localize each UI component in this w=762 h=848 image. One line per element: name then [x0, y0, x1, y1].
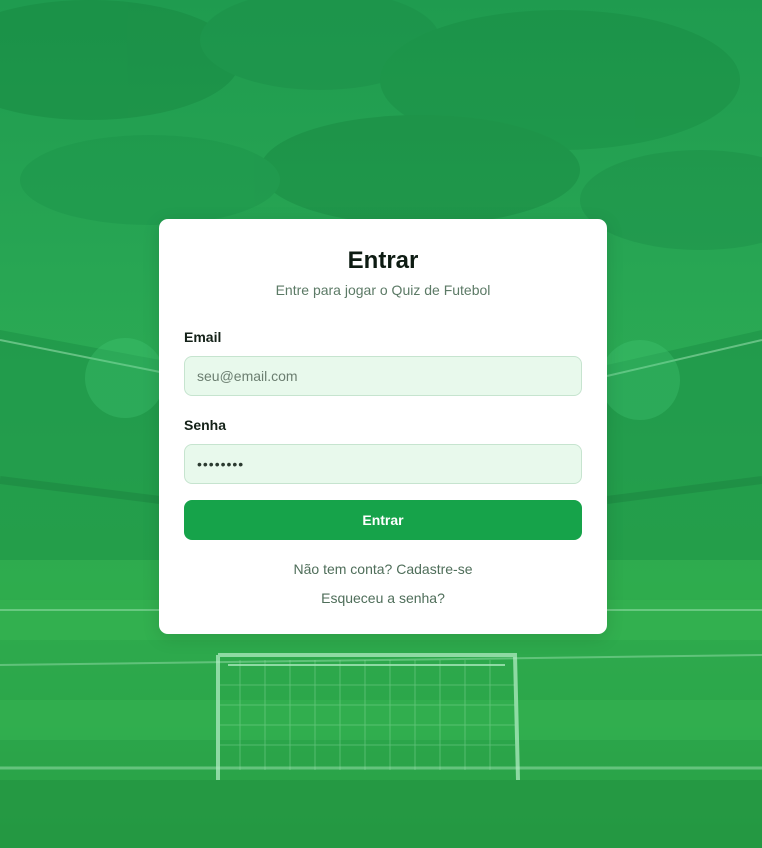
page-title: Entrar [347, 247, 419, 274]
forgot-password-link[interactable]: Esqueceu a senha? [159, 590, 607, 606]
email-input[interactable] [184, 356, 582, 396]
signup-link[interactable]: Não tem conta? Cadastre-se [159, 561, 607, 577]
page-subtitle: Entre para jogar o Quiz de Futebol [275, 282, 491, 298]
login-card: Entrar Entre para jogar o Quiz de Futebo… [159, 219, 607, 634]
password-input[interactable] [184, 444, 582, 484]
password-label: Senha [184, 417, 227, 433]
email-label: Email [184, 329, 222, 345]
login-page: Entrar Entre para jogar o Quiz de Futebo… [0, 0, 762, 848]
submit-button[interactable]: Entrar [184, 500, 582, 540]
